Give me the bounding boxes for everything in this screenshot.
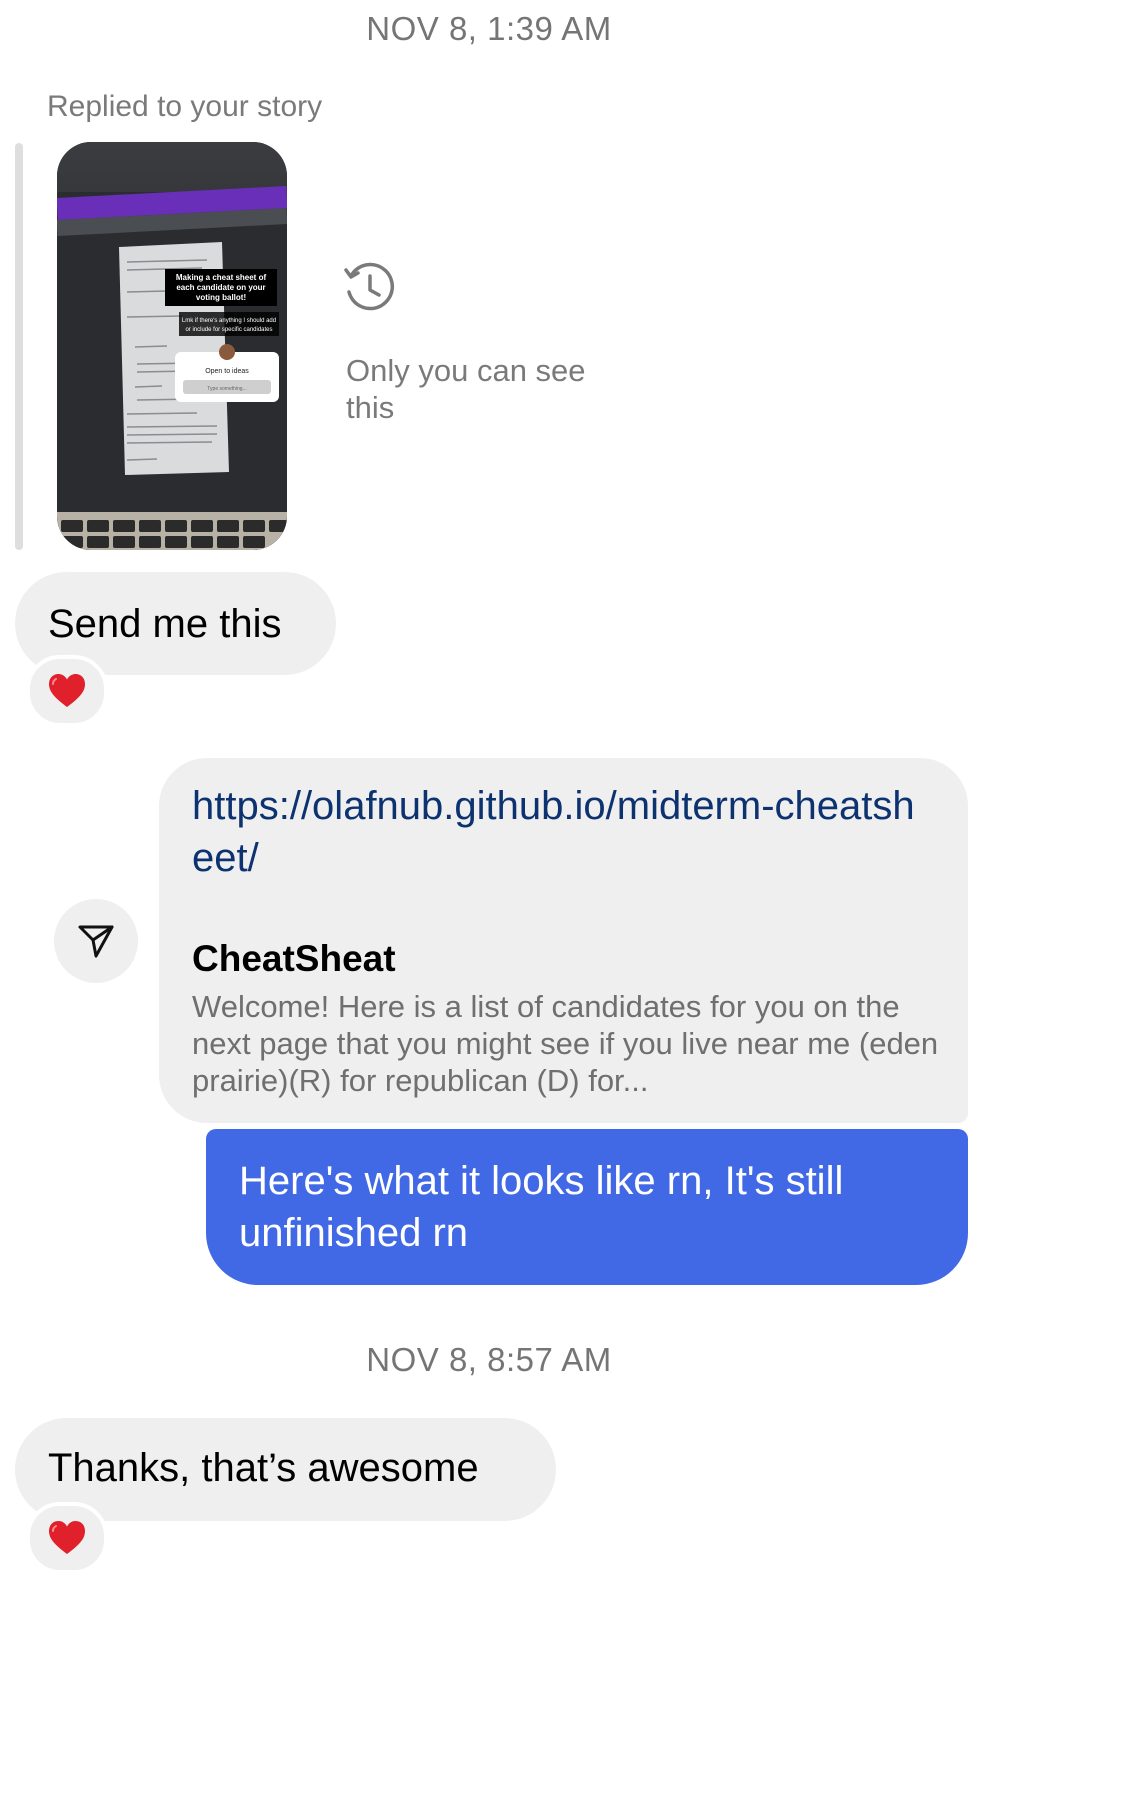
timestamp: NOV 8, 1:39 AM bbox=[366, 10, 612, 47]
history-icon bbox=[343, 262, 395, 314]
svg-text:or include for specific candid: or include for specific candidates bbox=[185, 327, 272, 333]
message-bubble-outgoing[interactable]: Here's what it looks like rn, It's still… bbox=[206, 1129, 968, 1285]
link-preview-card[interactable]: https://olafnub.github.io/midterm-cheats… bbox=[159, 758, 968, 1123]
svg-text:Type something...: Type something... bbox=[207, 386, 246, 392]
story-image: Making a cheat sheet of each candidate o… bbox=[57, 142, 287, 550]
message-bubble-incoming[interactable]: Thanks, that’s awesome bbox=[15, 1418, 556, 1521]
svg-text:Making a cheat sheet of: Making a cheat sheet of bbox=[176, 273, 267, 282]
replied-to-story-label: Replied to your story bbox=[47, 90, 323, 123]
svg-text:Open to ideas: Open to ideas bbox=[205, 368, 249, 375]
reaction-heart[interactable] bbox=[26, 655, 108, 727]
story-thumbnail[interactable]: Making a cheat sheet of each candidate o… bbox=[57, 142, 287, 550]
message-text: Send me this bbox=[48, 602, 282, 646]
reaction-heart[interactable] bbox=[26, 1502, 108, 1574]
link-title: CheatSheat bbox=[192, 938, 396, 979]
heart-icon bbox=[49, 1521, 85, 1554]
privacy-note: Only you can see this bbox=[346, 353, 586, 425]
svg-text:Lmk if there's anything I shou: Lmk if there's anything I should add bbox=[182, 318, 276, 324]
share-button[interactable] bbox=[54, 899, 138, 983]
link-description: Welcome! Here is a list of candidates fo… bbox=[192, 989, 939, 1098]
paper-plane-icon bbox=[78, 925, 114, 958]
message-text: Here's what it looks like rn, It's still… bbox=[239, 1159, 844, 1255]
message-text: Thanks, that’s awesome bbox=[48, 1446, 479, 1490]
timestamp: NOV 8, 8:57 AM bbox=[366, 1341, 612, 1378]
svg-text:voting ballot!: voting ballot! bbox=[196, 293, 246, 302]
svg-text:each candidate on your: each candidate on your bbox=[176, 283, 265, 292]
link-url[interactable]: https://olafnub.github.io/midterm-cheats… bbox=[192, 780, 932, 884]
reply-indicator-bar bbox=[15, 143, 23, 550]
heart-icon bbox=[49, 674, 85, 707]
